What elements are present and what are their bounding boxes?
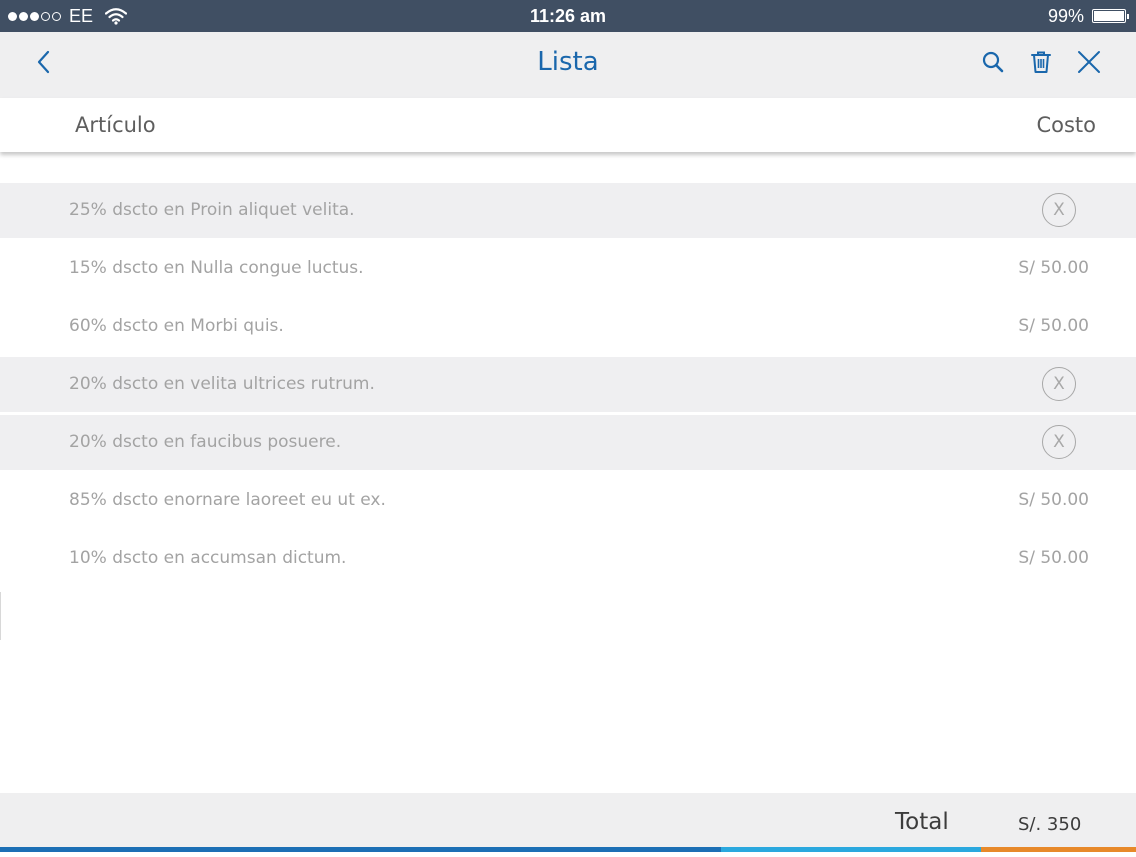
battery-percent: 99% (1047, 5, 1084, 26)
delete-button[interactable] (1027, 48, 1055, 76)
total-footer: Total S/. 350 (0, 793, 1136, 847)
status-bar: EE 11:26 am 99% (0, 0, 1136, 32)
list-item[interactable]: 10% dscto en accumsan dictum. S/ 50.00 (0, 531, 1136, 586)
item-label: 10% dscto en accumsan dictum. (69, 548, 347, 568)
close-icon (1078, 51, 1100, 73)
list-item[interactable]: 85% dscto enornare laoreet eu ut ex. S/ 5… (0, 473, 1136, 528)
page-title: Lista (537, 47, 599, 77)
item-list: 25% dscto en Proin aliquet velita. X 15% d… (0, 183, 1136, 589)
close-button[interactable] (1075, 48, 1103, 76)
search-icon (982, 51, 1004, 73)
column-item-label: Artículo (75, 113, 156, 137)
total-label: Total (895, 809, 949, 835)
item-label: 60% dscto en Morbi quis. (69, 316, 284, 336)
battery-icon (1092, 9, 1129, 23)
navigation-bar: Lista (0, 32, 1136, 98)
brand-color-bar (0, 847, 1136, 852)
trash-icon (1031, 51, 1051, 73)
back-button[interactable] (30, 48, 58, 76)
battery-level (1094, 11, 1124, 21)
item-label: 25% dscto en Proin aliquet velita. (69, 200, 355, 220)
status-time: 11:26 am (529, 6, 607, 26)
battery-tip (1127, 14, 1129, 19)
remove-label: X (1053, 431, 1065, 452)
item-price: S/ 50.00 (1018, 548, 1089, 568)
item-price: S/ 50.00 (1018, 490, 1089, 510)
scroll-edge-mark (0, 592, 1, 640)
color-segment (0, 847, 721, 852)
column-header: Artículo Costo (0, 98, 1136, 152)
list-item[interactable]: 15% dscto en Nulla congue luctus. S/ 50.0… (0, 241, 1136, 296)
list-item[interactable]: 60% dscto en Morbi quis. S/ 50.00 (0, 299, 1136, 354)
status-right: 99% (1047, 0, 1129, 32)
item-label: 20% dscto en velita ultrices rutrum. (69, 374, 375, 394)
remove-item-button[interactable]: X (1042, 367, 1076, 401)
color-segment (981, 847, 1136, 852)
item-price: S/ 50.00 (1018, 258, 1089, 278)
list-item[interactable]: 25% dscto en Proin aliquet velita. X (0, 183, 1136, 238)
remove-label: X (1053, 373, 1065, 394)
column-cost-label: Costo (1036, 113, 1096, 137)
remove-label: X (1053, 199, 1065, 220)
item-label: 85% dscto enornare laoreet eu ut ex. (69, 490, 386, 510)
list-item[interactable]: 20% dscto en velita ultrices rutrum. X (0, 357, 1136, 412)
search-button[interactable] (979, 48, 1007, 76)
chevron-left-icon (37, 50, 50, 74)
item-label: 20% dscto en faucibus posuere. (69, 432, 342, 452)
list-item[interactable]: 20% dscto en faucibus posuere. X (0, 415, 1136, 470)
color-segment (721, 847, 981, 852)
remove-item-button[interactable]: X (1042, 425, 1076, 459)
remove-item-button[interactable]: X (1042, 193, 1076, 227)
item-price: S/ 50.00 (1018, 316, 1089, 336)
item-label: 15% dscto en Nulla congue luctus. (69, 258, 364, 278)
